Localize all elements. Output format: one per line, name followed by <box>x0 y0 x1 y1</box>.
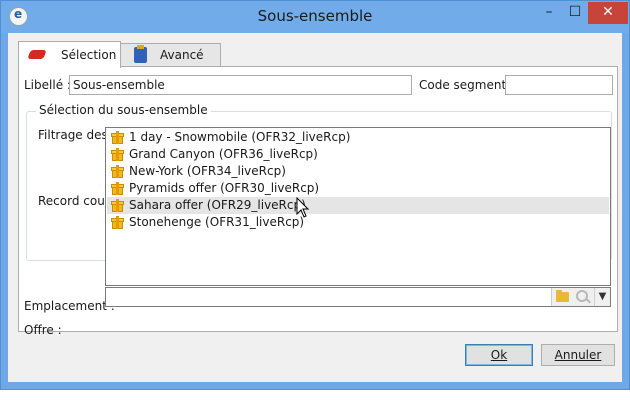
group-title: Sélection du sous-ensemble <box>36 103 211 117</box>
dialog-window: Sous-ensemble – ☐ ✕ Avancé Sélection Lib… <box>0 0 630 390</box>
emplacement-label: Emplacement : <box>24 299 115 313</box>
tab-selection[interactable]: Sélection <box>18 41 121 68</box>
offre-label: Offre : <box>24 323 62 337</box>
clipboard-icon <box>134 45 147 63</box>
minimize-button[interactable]: – <box>536 2 562 24</box>
gift-icon <box>111 216 124 229</box>
maximize-button[interactable]: ☐ <box>562 2 588 24</box>
list-item-label: New-York (OFR34_liveRcp) <box>129 164 286 178</box>
list-item[interactable]: Pyramids offer (OFR30_liveRcp) <box>107 180 609 197</box>
list-item[interactable]: Stonehenge (OFR31_liveRcp) <box>107 214 609 231</box>
search-icon[interactable] <box>576 290 588 302</box>
ok-button[interactable]: Ok <box>465 344 533 366</box>
code-segment-input[interactable] <box>505 75 613 95</box>
gift-icon <box>111 199 124 212</box>
ok-label: Ok <box>490 348 508 362</box>
list-item-hovered[interactable]: Sahara offer (OFR29_liveRcp) <box>107 197 609 214</box>
list-item-label: Pyramids offer (OFR30_liveRcp) <box>129 181 320 195</box>
code-segment-label: Code segment : <box>419 78 515 92</box>
red-shape-icon <box>27 50 47 59</box>
chevron-down-icon[interactable]: ▼ <box>594 288 610 306</box>
folder-icon[interactable] <box>556 290 569 302</box>
offre-combobox[interactable]: ▼ <box>105 287 611 307</box>
annuler-label: Annuler <box>554 348 602 362</box>
list-item[interactable]: 1 day - Snowmobile (OFR32_liveRcp) <box>107 129 609 146</box>
gift-icon <box>111 148 124 161</box>
tab-label: Avancé <box>160 48 204 62</box>
list-item-label: Stonehenge (OFR31_liveRcp) <box>129 215 305 229</box>
record-count-label: Record coun <box>38 194 113 208</box>
dialog-body: Avancé Sélection Libellé : Sous-ensemble… <box>8 33 622 382</box>
list-item-label: 1 day - Snowmobile (OFR32_liveRcp) <box>129 130 351 144</box>
libelle-input[interactable]: Sous-ensemble <box>69 75 412 95</box>
title-bar[interactable]: Sous-ensemble – ☐ ✕ <box>1 1 629 33</box>
tab-avance[interactable]: Avancé <box>119 43 221 67</box>
list-item-label: Grand Canyon (OFR36_liveRcp) <box>129 147 318 161</box>
list-item-label: Sahara offer (OFR29_liveRcp) <box>129 198 306 212</box>
list-item[interactable]: New-York (OFR34_liveRcp) <box>107 163 609 180</box>
offer-dropdown-list[interactable]: 1 day - Snowmobile (OFR32_liveRcp) Grand… <box>105 127 611 286</box>
tab-label: Sélection <box>61 48 117 62</box>
gift-icon <box>111 165 124 178</box>
gift-icon <box>111 131 124 144</box>
close-button[interactable]: ✕ <box>588 2 628 24</box>
mouse-cursor-icon <box>296 197 310 218</box>
libelle-label: Libellé : <box>24 78 71 92</box>
list-item[interactable]: Grand Canyon (OFR36_liveRcp) <box>107 146 609 163</box>
annuler-button[interactable]: Annuler <box>541 344 615 366</box>
offre-actions: ▼ <box>551 288 610 306</box>
gift-icon <box>111 182 124 195</box>
window-title: Sous-ensemble <box>257 7 373 25</box>
